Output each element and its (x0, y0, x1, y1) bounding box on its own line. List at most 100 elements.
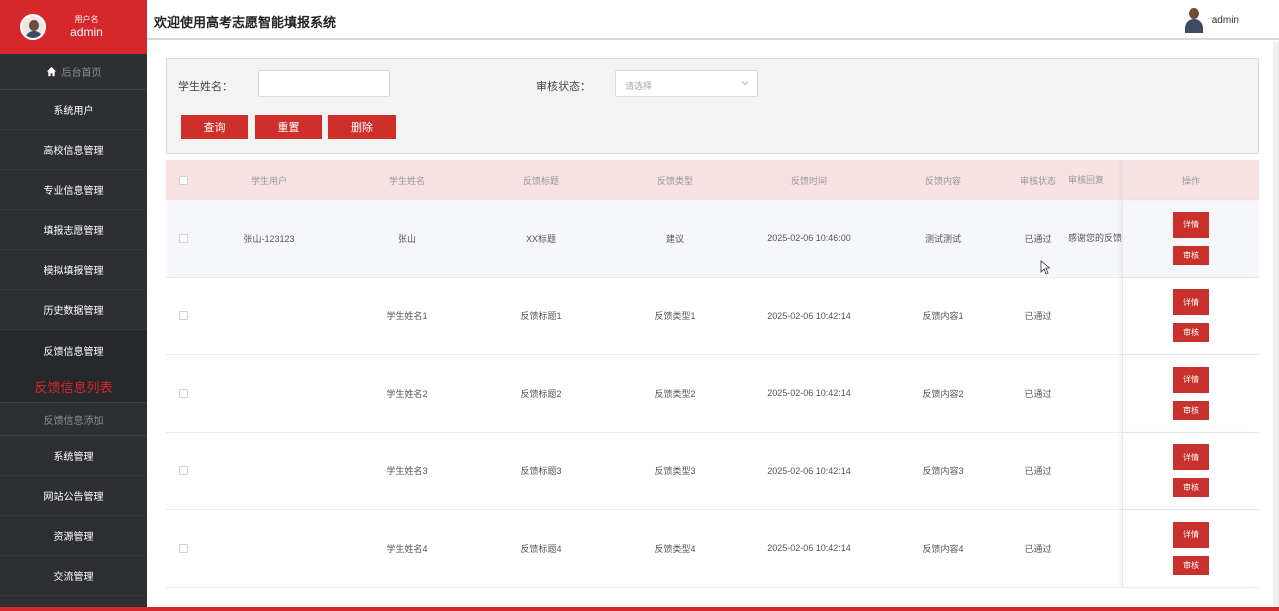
cell-feedback-type: 反馈类型4 (654, 543, 696, 554)
top-header: 欢迎使用高考志愿智能填报系统 admin (147, 0, 1279, 40)
review-status-label: 审核状态： (536, 81, 591, 93)
row-checkbox[interactable] (178, 233, 188, 243)
review-button[interactable]: 审核 (1173, 478, 1209, 498)
select-all-checkbox[interactable] (178, 175, 188, 185)
delete-button[interactable]: 删除 (328, 115, 396, 139)
cell-review-status: 已通过 (1024, 311, 1052, 322)
cell-feedback-type: 反馈类型3 (654, 466, 696, 477)
cell-feedback-title: 反馈标题1 (520, 311, 562, 322)
cell-feedback-content: 反馈内容1 (922, 311, 964, 322)
mouse-cursor-icon (1040, 260, 1050, 275)
cell-feedback-time: 2025-02-06 10:42:14 (767, 543, 851, 554)
detail-button[interactable]: 详情 (1173, 289, 1209, 316)
cell-student-name: 学生姓名1 (386, 311, 428, 322)
column-header: 操作 (1122, 160, 1259, 200)
cell-student-user: 张山-123123 (243, 233, 295, 244)
review-button[interactable]: 审核 (1173, 245, 1209, 265)
row-checkbox[interactable] (178, 466, 188, 476)
header-user-menu[interactable]: admin (1184, 6, 1239, 34)
cell-feedback-content: 反馈内容2 (922, 388, 964, 399)
table-header: 学生用户 学生姓名 反馈标题 反馈类型 反馈时间 反馈内容 审核状态 审核回复 … (166, 160, 1259, 200)
avatar (20, 14, 46, 40)
student-name-input[interactable] (258, 70, 390, 97)
sidebar-item[interactable]: 系统管理 (0, 436, 147, 476)
column-header[interactable]: 反馈时间 (744, 174, 874, 187)
row-checkbox[interactable] (178, 311, 188, 321)
sidebar-item[interactable]: 网站公告管理 (0, 476, 147, 516)
table-row[interactable]: 学生姓名3 反馈标题3 反馈类型3 2025-02-06 10:42:14 反馈内容3 已… (166, 432, 1259, 510)
row-checkbox[interactable] (178, 543, 188, 553)
feedback-table: 学生用户 学生姓名 反馈标题 反馈类型 反馈时间 反馈内容 审核状态 审核回复 … (166, 160, 1259, 588)
sidebar-item[interactable]: 专业信息管理 (0, 170, 147, 210)
cell-actions: 详情 审核 (1122, 200, 1259, 277)
cell-student-name: 学生姓名2 (386, 388, 428, 399)
cell-actions: 详情 审核 (1122, 277, 1259, 354)
column-header[interactable]: 审核回复 (1064, 174, 1122, 187)
table-row[interactable]: 学生姓名1 反馈标题1 反馈类型1 2025-02-06 10:42:14 反馈内容1 已… (166, 277, 1259, 355)
detail-button[interactable]: 详情 (1173, 521, 1209, 548)
cell-feedback-content: 测试测试 (924, 233, 961, 244)
table-row[interactable]: 张山-123123 张山 XX标题 建议 2025-02-06 10:46:00 测试测试… (166, 200, 1259, 278)
row-checkbox[interactable] (178, 388, 188, 398)
column-header[interactable]: 反馈类型 (606, 174, 744, 187)
column-header[interactable]: 反馈内容 (874, 174, 1012, 187)
cell-student-name: 学生姓名4 (386, 543, 428, 554)
vertical-scrollbar[interactable] (1273, 42, 1279, 611)
column-header[interactable]: 学生用户 (200, 174, 338, 187)
cell-actions: 详情 审核 (1122, 510, 1259, 587)
sidebar-item[interactable]: 填报志愿管理 (0, 210, 147, 250)
page-title: 欢迎使用高考志愿智能填报系统 (154, 15, 337, 30)
detail-button[interactable]: 详情 (1173, 444, 1209, 471)
main-content: 学生姓名： 审核状态： 请选择 查询 重置 删除 学生用户 学生姓名 反馈标题 … (147, 42, 1279, 611)
cell-feedback-title: 反馈标题4 (520, 543, 562, 554)
sidebar-item[interactable]: 反馈信息管理 (0, 330, 147, 370)
column-header[interactable]: 审核状态 (1012, 174, 1064, 187)
cell-actions: 详情 审核 (1122, 432, 1259, 509)
cell-feedback-time: 2025-02-06 10:42:14 (767, 310, 851, 321)
sidebar-item-label: 后台首页 (61, 68, 102, 79)
review-status-select[interactable]: 请选择 (615, 70, 758, 97)
cell-feedback-type: 建议 (665, 233, 684, 244)
sidebar-subitem-feedback-list[interactable]: 反馈信息列表 (0, 370, 147, 403)
cell-review-status: 已通过 (1024, 466, 1052, 477)
detail-button[interactable]: 详情 (1173, 211, 1209, 238)
review-button[interactable]: 审核 (1173, 400, 1209, 420)
cell-student-name: 张山 (397, 233, 416, 244)
avatar (1184, 6, 1204, 34)
sidebar: 用户名 admin 后台首页 系统用户 高校信息管理 专业信息管理 填报志愿管理 模拟填… (0, 0, 147, 611)
detail-button[interactable]: 详情 (1173, 366, 1209, 393)
header-username: admin (1211, 14, 1239, 26)
sidebar-item[interactable]: 模拟填报管理 (0, 250, 147, 290)
column-header[interactable]: 反馈标题 (476, 174, 606, 187)
sidebar-item[interactable]: 系统用户 (0, 90, 147, 130)
cell-feedback-title: XX标题 (525, 233, 556, 244)
cell-review-status: 已通过 (1024, 543, 1052, 554)
sidebar-item[interactable]: 资源管理 (0, 516, 147, 556)
sidebar-item-home[interactable]: 后台首页 (0, 54, 147, 90)
sidebar-user-panel: 用户名 admin (0, 0, 147, 54)
cell-actions: 详情 审核 (1122, 355, 1259, 432)
cell-review-status: 已通过 (1024, 388, 1052, 399)
column-header[interactable]: 学生姓名 (338, 174, 476, 187)
table-row[interactable]: 学生姓名4 反馈标题4 反馈类型4 2025-02-06 10:42:14 反馈内容4 已… (166, 510, 1259, 588)
search-panel: 学生姓名： 审核状态： 请选择 查询 重置 删除 (166, 58, 1259, 154)
cell-student-name: 学生姓名3 (386, 466, 428, 477)
cell-feedback-time: 2025-02-06 10:42:14 (767, 465, 851, 476)
sidebar-item[interactable]: 高校信息管理 (0, 130, 147, 170)
cell-feedback-content: 反馈内容4 (922, 543, 964, 554)
review-button[interactable]: 审核 (1173, 323, 1209, 343)
student-name-label: 学生姓名： (178, 81, 233, 93)
chevron-down-icon (741, 81, 749, 86)
table-row[interactable]: 学生姓名2 反馈标题2 反馈类型2 2025-02-06 10:42:14 反馈内容2 已… (166, 355, 1259, 433)
cell-feedback-type: 反馈类型1 (654, 311, 696, 322)
bottom-accent-bar (0, 607, 1279, 611)
sidebar-item[interactable]: 历史数据管理 (0, 290, 147, 330)
sidebar-item[interactable]: 交流管理 (0, 556, 147, 596)
review-button[interactable]: 审核 (1173, 555, 1209, 575)
query-button[interactable]: 查询 (181, 115, 248, 139)
sidebar-subitem-feedback-add[interactable]: 反馈信息添加 (0, 403, 147, 436)
home-icon (46, 66, 56, 77)
cell-feedback-type: 反馈类型2 (654, 388, 696, 399)
cell-feedback-title: 反馈标题3 (520, 466, 562, 477)
reset-button[interactable]: 重置 (255, 115, 322, 139)
